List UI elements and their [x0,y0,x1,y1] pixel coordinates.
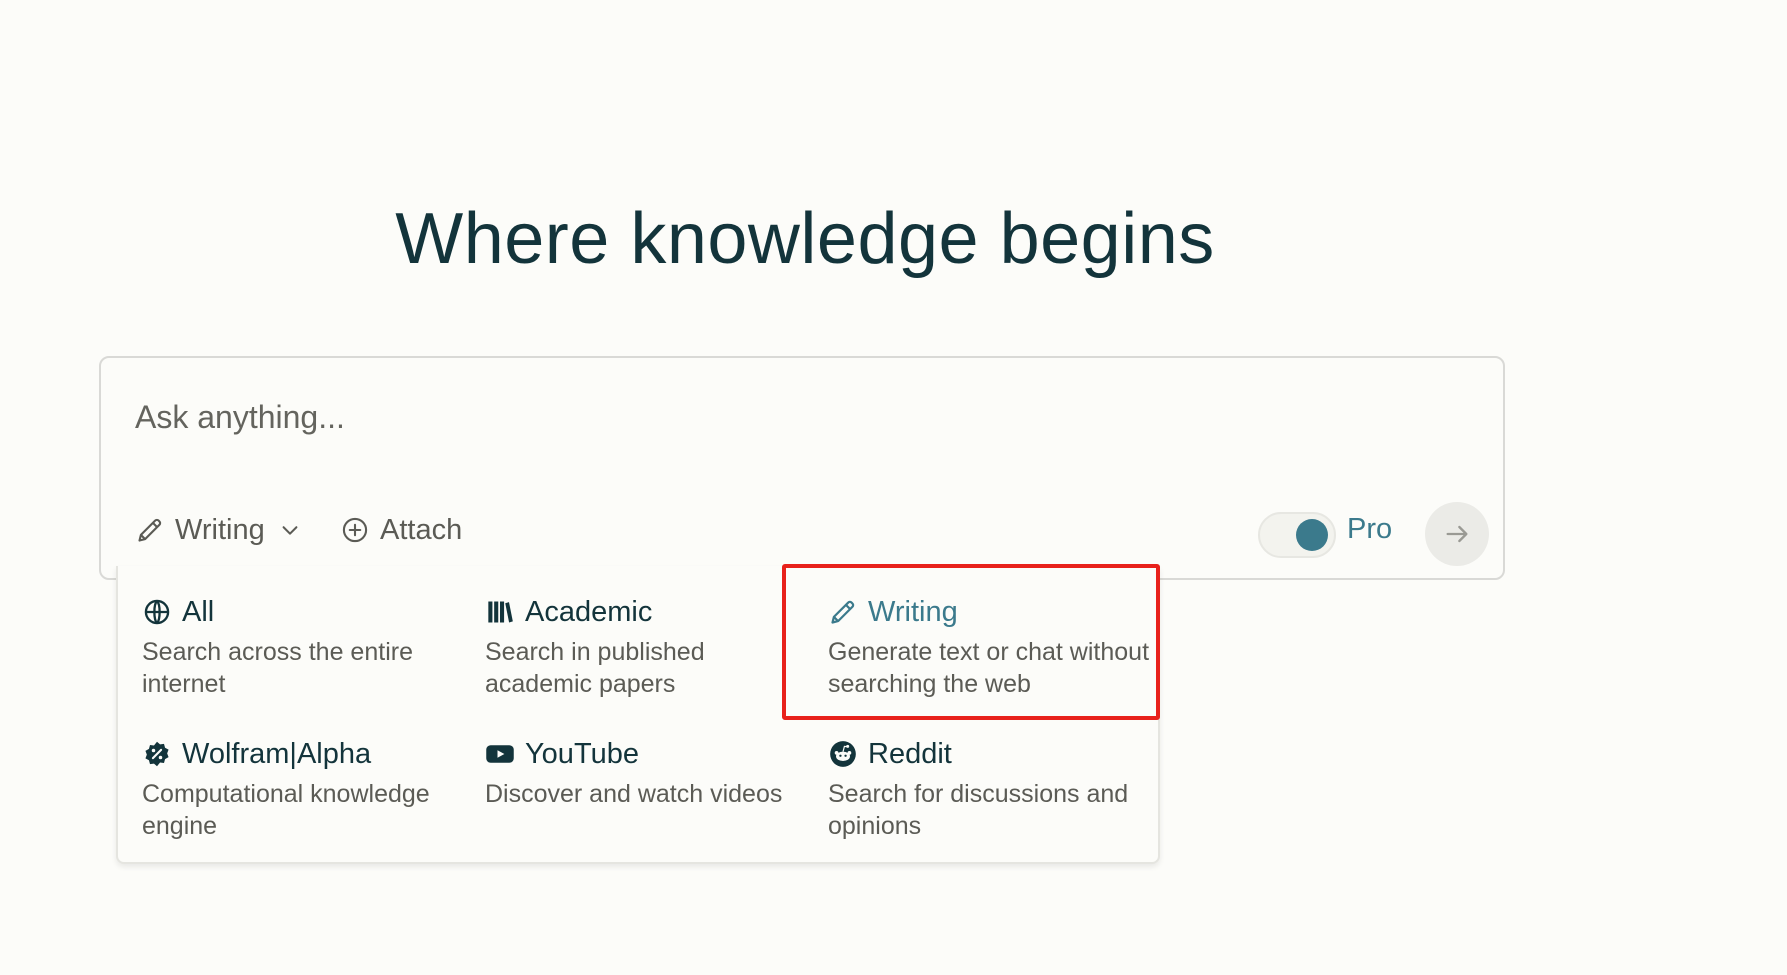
page-title: Where knowledge begins [395,199,1215,279]
pro-label: Pro [1347,513,1393,545]
attach-label: Attach [380,513,463,546]
focus-option-writing[interactable]: Writing Generate text or chat without se… [828,594,1158,700]
focus-option-title: YouTube [525,737,639,770]
focus-option-title: All [182,595,215,628]
focus-option-wolfram-alpha[interactable]: Wolfram|Alpha Computational knowledge en… [142,736,472,842]
focus-option-title: Wolfram|Alpha [182,737,372,770]
pencil-icon [135,515,165,545]
focus-option-all[interactable]: All Search across the entire internet [142,594,472,700]
reddit-icon [828,739,858,769]
library-icon [485,597,515,627]
focus-option-description: Computational knowledge engine [142,780,430,840]
focus-selector-button[interactable]: Writing [135,510,305,550]
arrow-right-icon [1442,519,1472,549]
plus-circle-icon [340,515,370,545]
search-box: Writing Attach Pro [99,356,1505,580]
focus-option-description: Generate text or chat without searching … [828,638,1150,698]
pro-toggle-knob [1296,519,1328,551]
focus-option-reddit[interactable]: Reddit Search for discussions and opinio… [828,736,1158,842]
search-input[interactable] [133,392,1437,442]
focus-option-title: Reddit [868,737,952,770]
focus-option-description: Search for discussions and opinions [828,780,1129,840]
attach-button[interactable]: Attach [340,510,462,550]
focus-option-title: Writing [868,595,958,628]
chevron-down-icon [275,515,305,545]
focus-option-description: Search in published academic papers [485,638,705,698]
focus-option-description: Discover and watch videos [485,780,783,808]
focus-option-youtube[interactable]: YouTube Discover and watch videos [485,736,815,810]
focus-option-title: Academic [525,595,653,628]
wolfram-icon [142,739,172,769]
pro-toggle[interactable] [1258,512,1336,558]
focus-option-academic[interactable]: Academic Search in published academic pa… [485,594,815,700]
pencil-icon [828,597,858,627]
youtube-icon [485,739,515,769]
submit-button[interactable] [1425,502,1489,566]
focus-menu: All Search across the entire internet Ac… [116,566,1160,864]
focus-option-description: Search across the entire internet [142,638,413,698]
focus-selector-label: Writing [175,513,265,546]
page: Where knowledge begins Writing Attach Pr… [0,0,1787,975]
globe-icon [142,597,172,627]
